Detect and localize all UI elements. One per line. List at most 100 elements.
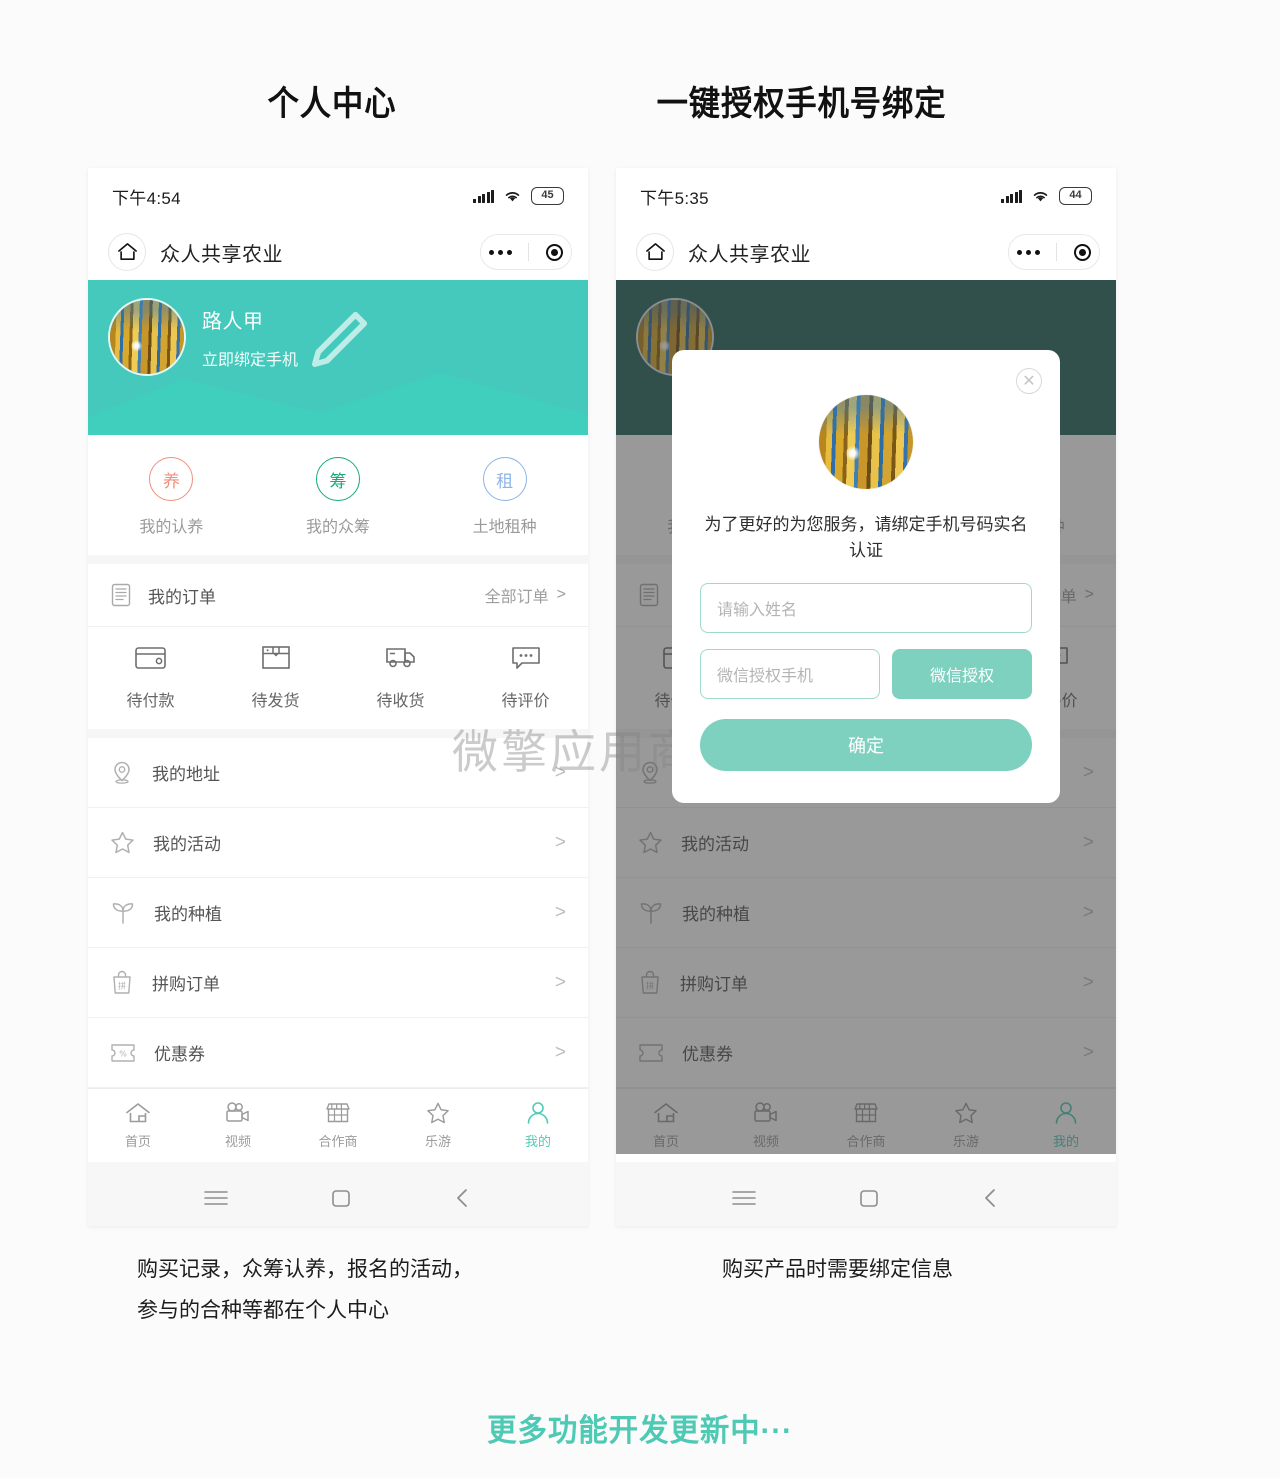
- section-divider: [88, 729, 588, 738]
- wechat-capsule[interactable]: [480, 234, 572, 270]
- modal-message: 为了更好的为您服务，请绑定手机号码实名认证: [704, 515, 1028, 561]
- system-nav-bar: [616, 1162, 1116, 1226]
- close-circle-icon[interactable]: ✕: [1016, 368, 1042, 394]
- tab-label: 视频: [224, 1134, 251, 1149]
- category-label: 我的众筹: [306, 519, 371, 536]
- signal-icon: [473, 189, 494, 203]
- all-orders-label: 全部订单: [484, 589, 549, 606]
- land-badge-icon: 租: [482, 457, 527, 501]
- wifi-icon: [505, 192, 520, 202]
- back-chevron-icon[interactable]: [981, 1186, 1001, 1210]
- pencil-icon: [311, 311, 368, 368]
- square-icon[interactable]: [329, 1186, 353, 1210]
- bind-phone-modal: ✕ 为了更好的为您服务，请绑定手机号码实名认证 请输入姓名 微信授权手机 微信授…: [672, 350, 1060, 803]
- tab-partners[interactable]: 合作商: [288, 1101, 388, 1150]
- menu-lines-icon[interactable]: [203, 1189, 229, 1207]
- shop-icon: [326, 1103, 350, 1123]
- home-icon[interactable]: [108, 233, 146, 271]
- all-orders-link[interactable]: 全部订单 >: [485, 583, 566, 607]
- square-icon[interactable]: [857, 1186, 881, 1210]
- svg-text:%: %: [119, 1049, 127, 1058]
- profile-row[interactable]: 路人甲 立即绑定手机: [88, 280, 588, 376]
- bind-phone-link[interactable]: 立即绑定手机: [202, 311, 368, 370]
- chevron-right-icon: >: [556, 586, 566, 603]
- chevron-right-icon: >: [554, 1041, 566, 1063]
- menu-label: 我的活动: [153, 835, 221, 854]
- menu-item-address[interactable]: 我的地址 >: [88, 738, 588, 808]
- name-input[interactable]: 请输入姓名: [700, 582, 1032, 633]
- crowdfund-badge-icon: 筹: [316, 457, 360, 501]
- truck-icon: [385, 648, 415, 668]
- menu-label: 我的种植: [154, 905, 222, 924]
- wechat-capsule[interactable]: [1008, 234, 1100, 270]
- chevron-right-icon: >: [554, 831, 566, 853]
- menu-label: 优惠券: [154, 1045, 205, 1064]
- sprout-icon: [112, 902, 134, 924]
- target-icon[interactable]: [1073, 243, 1091, 261]
- home-icon[interactable]: [636, 233, 674, 271]
- order-status-unshipped[interactable]: 待发货: [213, 643, 338, 711]
- confirm-button[interactable]: 确定: [700, 718, 1032, 771]
- status-icons: 45: [473, 187, 564, 205]
- menu-item-activity[interactable]: 我的活动 >: [88, 808, 588, 878]
- wechat-auth-button[interactable]: 微信授权: [892, 648, 1032, 699]
- battery-indicator: 45: [531, 187, 564, 205]
- order-status-row: 待付款 待发货 待收货 待评价: [88, 627, 588, 729]
- my-orders-title: 我的订单: [148, 587, 216, 607]
- phone-input[interactable]: 微信授权手机: [700, 648, 880, 699]
- star-icon: [111, 831, 134, 854]
- section-divider: [88, 555, 588, 564]
- capsule-divider: [1056, 243, 1058, 261]
- more-dots-icon[interactable]: [489, 249, 513, 255]
- package-icon: [261, 646, 290, 669]
- wifi-icon: [1033, 192, 1048, 202]
- category-label: 土地租种: [472, 519, 537, 536]
- menu-item-planting[interactable]: 我的种植 >: [88, 878, 588, 948]
- more-dots-icon[interactable]: [1017, 249, 1041, 255]
- category-label: 我的认养: [139, 519, 204, 536]
- chevron-right-icon: >: [554, 761, 566, 783]
- tab-mine[interactable]: 我的: [488, 1101, 588, 1150]
- target-icon[interactable]: [545, 243, 563, 261]
- menu-lines-icon[interactable]: [731, 1189, 757, 1207]
- avatar: [818, 394, 914, 490]
- order-status-unreceived[interactable]: 待收货: [338, 643, 463, 711]
- wechat-nav-bar: 众人共享农业: [88, 224, 588, 280]
- chevron-right-icon: >: [554, 971, 566, 993]
- category-item-adopt[interactable]: 养 我的认养: [88, 457, 255, 537]
- chevron-right-icon: >: [554, 901, 566, 923]
- section-title-left: 个人中心: [267, 85, 397, 123]
- page-root: 个人中心 一键授权手机号绑定 下午4:54 45 众人共享农业 路人甲 立即绑定…: [0, 0, 1280, 1478]
- category-item-crowdfund[interactable]: 筹 我的众筹: [255, 457, 422, 537]
- back-chevron-icon[interactable]: [453, 1186, 473, 1210]
- status-icons: 44: [1001, 187, 1092, 205]
- wallet-icon: [134, 647, 166, 669]
- order-status-unpaid[interactable]: 待付款: [88, 643, 213, 711]
- battery-indicator: 44: [1059, 187, 1092, 205]
- status-time: 下午5:35: [640, 188, 709, 208]
- status-label: 待发货: [251, 693, 300, 710]
- coupon-icon: %: [111, 1043, 135, 1062]
- tab-label: 乐游: [424, 1134, 451, 1149]
- profile-info: 路人甲 立即绑定手机: [202, 305, 368, 370]
- tab-travel[interactable]: 乐游: [388, 1101, 488, 1150]
- nav-title: 众人共享农业: [160, 243, 283, 266]
- svg-text:拼: 拼: [118, 980, 126, 990]
- tab-label: 首页: [124, 1134, 151, 1149]
- status-bar: 下午4:54 45: [88, 168, 588, 224]
- adopt-badge-icon: 养: [149, 457, 194, 501]
- tab-home[interactable]: 首页: [88, 1101, 188, 1150]
- my-orders-header[interactable]: 我的订单 全部订单 >: [88, 564, 588, 626]
- menu-item-coupon[interactable]: % 优惠券 >: [88, 1018, 588, 1088]
- caption-right: 购买产品时需要绑定信息: [722, 1258, 953, 1281]
- order-status-unreviewed[interactable]: 待评价: [463, 643, 588, 711]
- status-label: 待收货: [376, 693, 425, 710]
- tab-label: 我的: [524, 1134, 551, 1149]
- category-item-land[interactable]: 租 土地租种: [421, 457, 588, 537]
- group-buy-bag-icon: 拼: [113, 970, 131, 994]
- section-title-right: 一键授权手机号绑定: [656, 85, 947, 123]
- tab-video[interactable]: 视频: [188, 1101, 288, 1150]
- caption-left: 购买记录，众筹认养，报名的活动， 参与的合种等都在个人中心: [137, 1258, 473, 1322]
- tab-label: 合作商: [318, 1134, 358, 1149]
- menu-item-group-buy[interactable]: 拼 拼购订单 >: [88, 948, 588, 1018]
